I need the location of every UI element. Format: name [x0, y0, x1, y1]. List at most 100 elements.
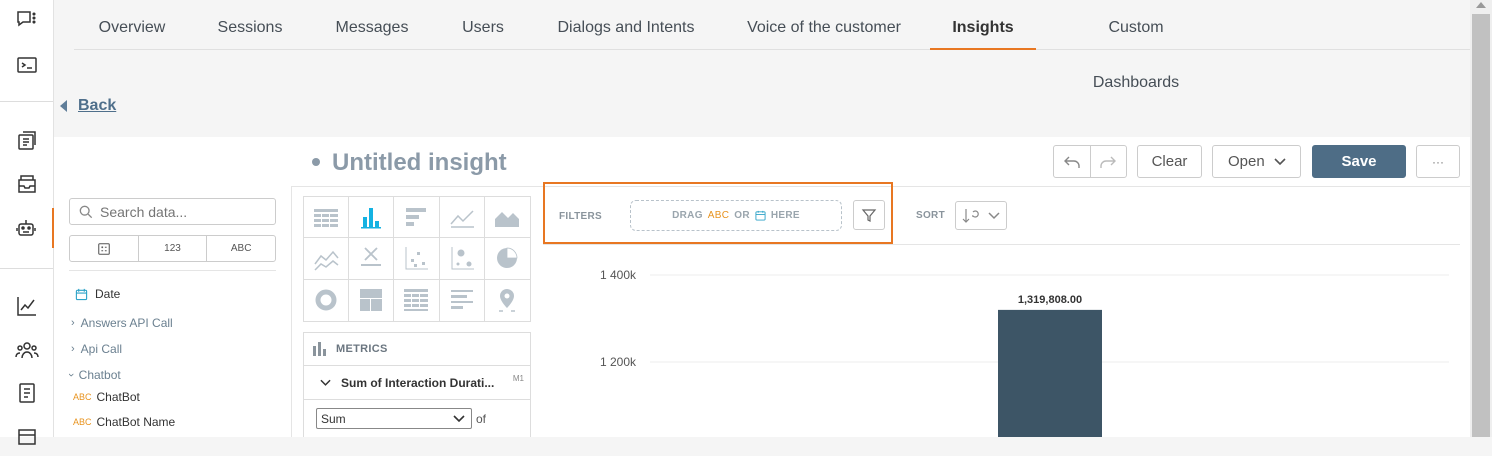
open-button[interactable]: Open	[1212, 145, 1301, 178]
area-chart-icon	[495, 212, 520, 228]
chat-list-icon[interactable]	[0, 0, 54, 40]
filter-bar: FILTERS DRAG ABC OR HERE	[543, 182, 893, 244]
funnel-icon	[861, 209, 877, 222]
tab-messages[interactable]: Messages	[335, 0, 409, 50]
tab-custom-dashboards[interactable]: Custom Dashboards	[1064, 0, 1208, 91]
tree-group-chatbot[interactable]: › Chatbot	[65, 368, 121, 382]
viz-treemap[interactable]	[349, 279, 395, 321]
treemap-icon	[360, 289, 383, 312]
back-label[interactable]: Back	[78, 97, 116, 115]
bar-chart-icon	[406, 208, 427, 227]
analytics-icon[interactable]	[0, 286, 54, 326]
calendar-icon	[75, 288, 88, 300]
chevron-down-icon[interactable]	[320, 379, 331, 387]
redo-icon	[1100, 156, 1117, 168]
search-icon	[79, 205, 93, 219]
tree-item-date[interactable]: Date	[75, 287, 120, 301]
viz-scatter[interactable]	[394, 238, 440, 280]
scrollbar-thumb[interactable]	[1472, 14, 1490, 437]
save-button[interactable]: Save	[1312, 145, 1406, 178]
tree-group-api-call[interactable]: › Api Call	[71, 342, 122, 356]
clear-button[interactable]: Clear	[1137, 145, 1202, 178]
undo-redo-group	[1053, 145, 1127, 178]
viz-bubble[interactable]	[439, 238, 485, 280]
column-chart-icon	[361, 208, 382, 229]
redo-button[interactable]	[1091, 146, 1127, 177]
bubble-chart-icon	[451, 247, 474, 270]
viz-line[interactable]	[439, 197, 485, 239]
tab-voice-of-the-customer[interactable]: Voice of the customer	[746, 0, 902, 50]
tree-group-answers-api-call[interactable]: › Answers API Call	[71, 316, 173, 330]
bullet-chart-icon	[450, 290, 473, 310]
viz-table[interactable]	[304, 197, 350, 239]
filter-drop-zone[interactable]: DRAG ABC OR HERE	[630, 200, 842, 231]
users-icon[interactable]	[0, 330, 54, 370]
geo-pushpin-icon	[499, 289, 516, 313]
chevron-down-icon: ›	[64, 373, 77, 377]
scroll-up-icon[interactable]	[1476, 2, 1486, 8]
type-filter-all[interactable]	[70, 236, 139, 261]
chevron-down-icon	[988, 211, 1000, 219]
insight-title[interactable]: Untitled insight	[332, 149, 507, 177]
sort-label: SORT	[916, 210, 945, 221]
metrics-bucket: METRICS Sum of Interaction Durati... M1 …	[303, 332, 531, 437]
undo-button[interactable]	[1054, 146, 1091, 177]
tree-item-chatbot[interactable]: ABC ChatBot	[73, 390, 140, 404]
combo-chart-icon	[314, 251, 339, 272]
bar[interactable]	[998, 309, 1102, 437]
caret-left-icon	[60, 100, 67, 112]
y-tick-label: 1 400k	[600, 268, 637, 282]
tab-sessions[interactable]: Sessions	[217, 0, 283, 50]
sort-button[interactable]	[955, 201, 1007, 230]
viz-donut[interactable]	[304, 279, 350, 321]
tab-insights[interactable]: Insights	[930, 0, 1036, 50]
undo-icon	[1063, 156, 1080, 168]
metrics-header: METRICS	[304, 333, 530, 366]
add-filter-button[interactable]	[853, 200, 885, 230]
sort-icon	[962, 208, 979, 223]
tab-overview[interactable]: Overview	[94, 0, 170, 50]
text-attribute-icon: ABC	[73, 417, 92, 427]
metrics-icon	[313, 342, 326, 356]
text-attribute-icon: ABC	[707, 210, 730, 221]
tab-users[interactable]: Users	[460, 0, 506, 50]
type-filter-numeric[interactable]: 123	[139, 236, 208, 261]
unsaved-indicator	[312, 158, 320, 166]
inbox-icon[interactable]	[0, 164, 54, 204]
viz-combo[interactable]	[304, 238, 350, 280]
bot-icon[interactable]	[0, 208, 54, 248]
knowledge-icon[interactable]	[0, 121, 54, 161]
metric-item[interactable]: Sum of Interaction Durati... M1	[304, 366, 530, 400]
grid-icon[interactable]	[0, 416, 54, 456]
tab-dialogs-and-intents[interactable]: Dialogs and Intents	[556, 0, 696, 50]
viz-bullet[interactable]	[440, 279, 485, 321]
viz-pie[interactable]	[484, 238, 530, 280]
table-icon	[314, 209, 339, 228]
chevron-right-icon: ›	[71, 343, 75, 355]
viz-column[interactable]	[349, 197, 395, 239]
catalog-search[interactable]	[69, 198, 276, 225]
top-nav: Overview Sessions Messages Users Dialogs…	[74, 0, 1470, 91]
terminal-icon[interactable]	[0, 45, 54, 85]
viz-area[interactable]	[484, 197, 530, 239]
scatter-plot-icon	[405, 247, 429, 270]
chevron-down-icon	[1274, 158, 1286, 166]
search-input[interactable]	[100, 203, 270, 221]
viz-geo[interactable]	[485, 280, 530, 321]
line-chart-icon	[450, 210, 474, 228]
viz-heatmap[interactable]	[394, 279, 440, 321]
visualization-type-picker	[303, 196, 531, 322]
type-filter-group: 123 ABC	[69, 235, 276, 262]
viz-headline[interactable]	[349, 238, 395, 280]
y-tick-label: 1 200k	[600, 355, 637, 369]
page-scrollbar[interactable]	[1470, 0, 1492, 437]
notebook-icon[interactable]	[0, 373, 54, 413]
viz-bar[interactable]	[394, 197, 440, 239]
type-filter-text[interactable]: ABC	[207, 236, 275, 261]
tree-item-chatbot-name[interactable]: ABC ChatBot Name	[73, 415, 175, 429]
aggregation-select[interactable]: Sum	[316, 408, 472, 429]
left-rail	[0, 0, 54, 445]
headline-icon	[361, 247, 382, 267]
more-options-button[interactable]: ···	[1416, 145, 1460, 178]
back-link[interactable]: Back	[60, 96, 116, 116]
